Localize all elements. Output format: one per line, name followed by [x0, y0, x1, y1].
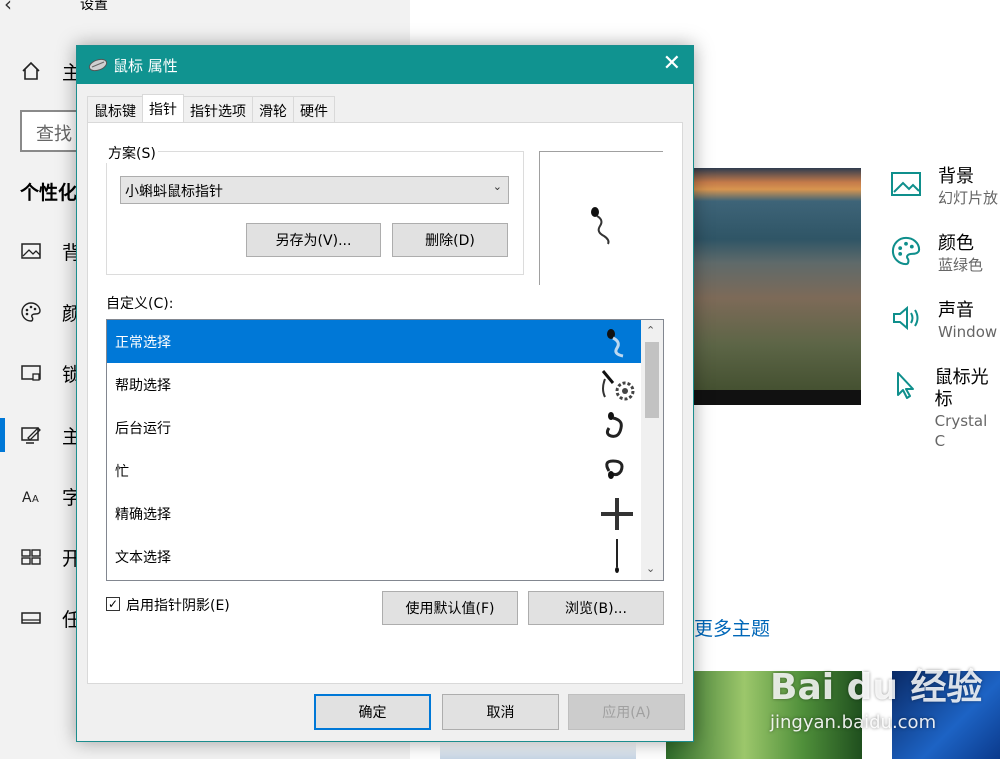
customize-label: 自定义(C):: [106, 296, 174, 312]
apply-button[interactable]: 应用(A): [568, 694, 685, 730]
mouse-pointer-icon: [888, 367, 921, 403]
list-item[interactable]: 帮助选择: [107, 363, 641, 406]
mouse-icon: [88, 58, 108, 72]
related-title: 鼠标光标: [934, 367, 989, 410]
speaker-icon: [888, 300, 924, 336]
cursor-role-label: 帮助选择: [115, 378, 171, 394]
tab-strip: 鼠标键 指针 指针选项 滑轮 硬件: [87, 94, 335, 122]
tadpole-working-icon: [605, 412, 623, 438]
related-sound[interactable]: 声音 Window: [888, 300, 997, 342]
palette-icon: [18, 299, 44, 325]
nav-item-fonts[interactable]: AA 字: [18, 481, 81, 511]
related-sub: 蓝绿色: [938, 256, 984, 274]
pointer-shadow-checkbox[interactable]: ✓: [106, 597, 120, 611]
scheme-label: 方案(S): [106, 143, 158, 163]
use-default-button[interactable]: 使用默认值(F): [382, 591, 518, 625]
scrollbar-thumb[interactable]: [645, 342, 659, 418]
watermark-url: jingyan.baidu.com: [770, 712, 937, 733]
nav-item-lockscreen[interactable]: 锁: [18, 358, 81, 388]
cancel-button[interactable]: 取消: [442, 694, 559, 730]
related-title: 声音: [938, 300, 974, 321]
nav-item-colors[interactable]: 颜: [18, 297, 81, 327]
nav-item-home[interactable]: 主: [18, 56, 81, 86]
scheme-dropdown[interactable]: 小蝌蚪鼠标指针 ⌄: [120, 176, 509, 204]
scroll-down-icon[interactable]: ⌄: [646, 562, 655, 575]
related-title: 颜色: [938, 233, 974, 254]
picture-icon: [18, 238, 44, 264]
watermark-logo: Bai du 经验: [770, 667, 983, 708]
chevron-down-icon: ⌄: [492, 180, 502, 193]
more-themes-link[interactable]: 更多主题: [694, 614, 770, 641]
cursor-role-label: 忙: [115, 464, 129, 480]
text-beam-icon: [615, 539, 619, 573]
home-icon: [18, 58, 44, 84]
browse-button[interactable]: 浏览(B)...: [528, 591, 664, 625]
tadpole-help-icon: [601, 370, 635, 401]
tadpole-cursor-icon: [591, 207, 610, 245]
nav-item-taskbar[interactable]: 任: [18, 603, 81, 633]
related-title: 背景: [938, 166, 974, 187]
theme-brush-icon: [18, 422, 44, 448]
font-icon: AA: [18, 483, 44, 509]
list-scrollbar[interactable]: ⌃ ⌄: [641, 320, 663, 580]
scroll-up-icon[interactable]: ⌃: [646, 324, 655, 337]
svg-text:A: A: [32, 494, 39, 505]
related-sub: Crystal C: [934, 412, 988, 450]
cursor-role-label: 文本选择: [115, 550, 171, 566]
cursor-list[interactable]: 正常选择 帮助选择 后台运行 忙 精确选择 文本选择 ⌃ ⌄: [106, 319, 664, 581]
cursor-role-label: 正常选择: [115, 335, 171, 351]
svg-text:A: A: [22, 490, 32, 506]
cursor-role-label: 精确选择: [115, 507, 171, 523]
palette-icon: [888, 233, 924, 269]
picture-icon: [888, 166, 924, 202]
nav-item-background[interactable]: 背: [18, 236, 81, 266]
start-grid-icon: [18, 544, 44, 570]
related-sub: Window: [938, 323, 998, 341]
tab-hardware[interactable]: 硬件: [293, 96, 335, 122]
theme-background-preview: [694, 168, 861, 405]
ok-button[interactable]: 确定: [314, 694, 431, 730]
delete-button[interactable]: 删除(D): [392, 223, 508, 257]
related-mouse-cursor[interactable]: 鼠标光标 Crystal C: [888, 367, 1000, 451]
nav-item-start[interactable]: 开: [18, 542, 81, 572]
list-item[interactable]: 精确选择: [107, 492, 641, 535]
list-item[interactable]: 文本选择: [107, 535, 641, 578]
theme-preview-taskbar: [694, 390, 861, 405]
dialog-title: 鼠标 属性: [113, 56, 178, 75]
pointers-panel: 方案(S) 小蝌蚪鼠标指针 ⌄ 另存为(V)... 删除(D) 自定义(C): …: [87, 122, 683, 684]
cursor-role-label: 后台运行: [115, 421, 171, 437]
list-item[interactable]: 后台运行: [107, 406, 641, 449]
tab-pointers[interactable]: 指针: [142, 94, 184, 122]
section-heading: 个性化: [20, 182, 78, 204]
pointer-shadow-label: 启用指针阴影(E): [126, 598, 230, 614]
scheme-value: 小蝌蚪鼠标指针: [125, 184, 223, 200]
lock-screen-icon: [18, 360, 44, 386]
back-arrow-icon[interactable]: ‹: [4, 0, 12, 16]
tadpole-arrow-icon: [607, 329, 624, 358]
settings-title: 设置: [80, 0, 108, 13]
crosshair-icon: [601, 498, 633, 530]
close-icon[interactable]: ✕: [663, 52, 681, 76]
list-item[interactable]: 正常选择: [107, 320, 641, 363]
search-input[interactable]: 查找: [20, 110, 80, 152]
related-color[interactable]: 颜色 蓝绿色: [888, 233, 983, 275]
nav-item-themes[interactable]: 主: [18, 420, 81, 450]
dialog-titlebar[interactable]: 鼠标 属性 ✕: [77, 46, 693, 84]
save-as-button[interactable]: 另存为(V)...: [246, 223, 381, 257]
related-sub: 幻灯片放: [938, 189, 999, 207]
tab-buttons[interactable]: 鼠标键: [87, 96, 143, 122]
mouse-properties-dialog: 鼠标 属性 ✕ 鼠标键 指针 指针选项 滑轮 硬件 方案(S) 小蝌蚪鼠标指针 …: [76, 45, 694, 742]
tab-wheel[interactable]: 滑轮: [252, 96, 294, 122]
tadpole-busy-icon: [605, 459, 624, 479]
tab-pointer-options[interactable]: 指针选项: [183, 96, 253, 122]
list-item[interactable]: 忙: [107, 449, 641, 492]
related-background[interactable]: 背景 幻灯片放: [888, 166, 998, 208]
taskbar-icon: [18, 605, 44, 631]
active-indicator: [0, 418, 5, 452]
cursor-preview: [539, 151, 663, 285]
